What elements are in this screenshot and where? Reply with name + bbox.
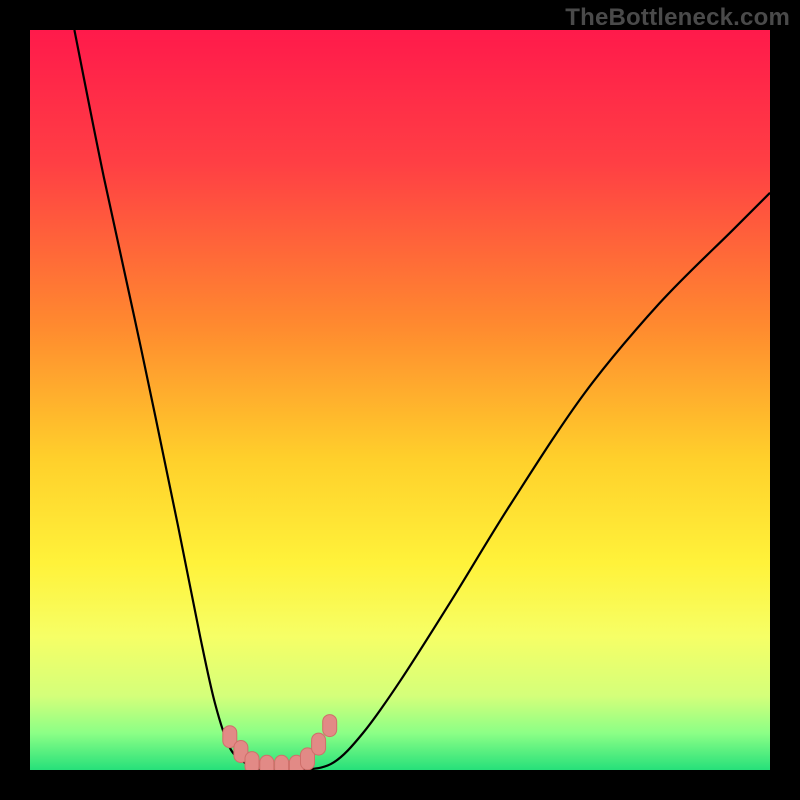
- bottleneck-curve: [74, 30, 770, 770]
- highlight-marker: [260, 755, 274, 770]
- curve-layer: [30, 30, 770, 770]
- highlight-marker: [275, 755, 289, 770]
- highlight-marker: [312, 733, 326, 755]
- watermark-label: TheBottleneck.com: [565, 4, 790, 32]
- chart-frame: TheBottleneck.com: [0, 0, 800, 800]
- highlight-marker: [245, 752, 259, 770]
- highlight-marker: [323, 715, 337, 737]
- highlight-markers: [223, 715, 337, 770]
- plot-area: [30, 30, 770, 770]
